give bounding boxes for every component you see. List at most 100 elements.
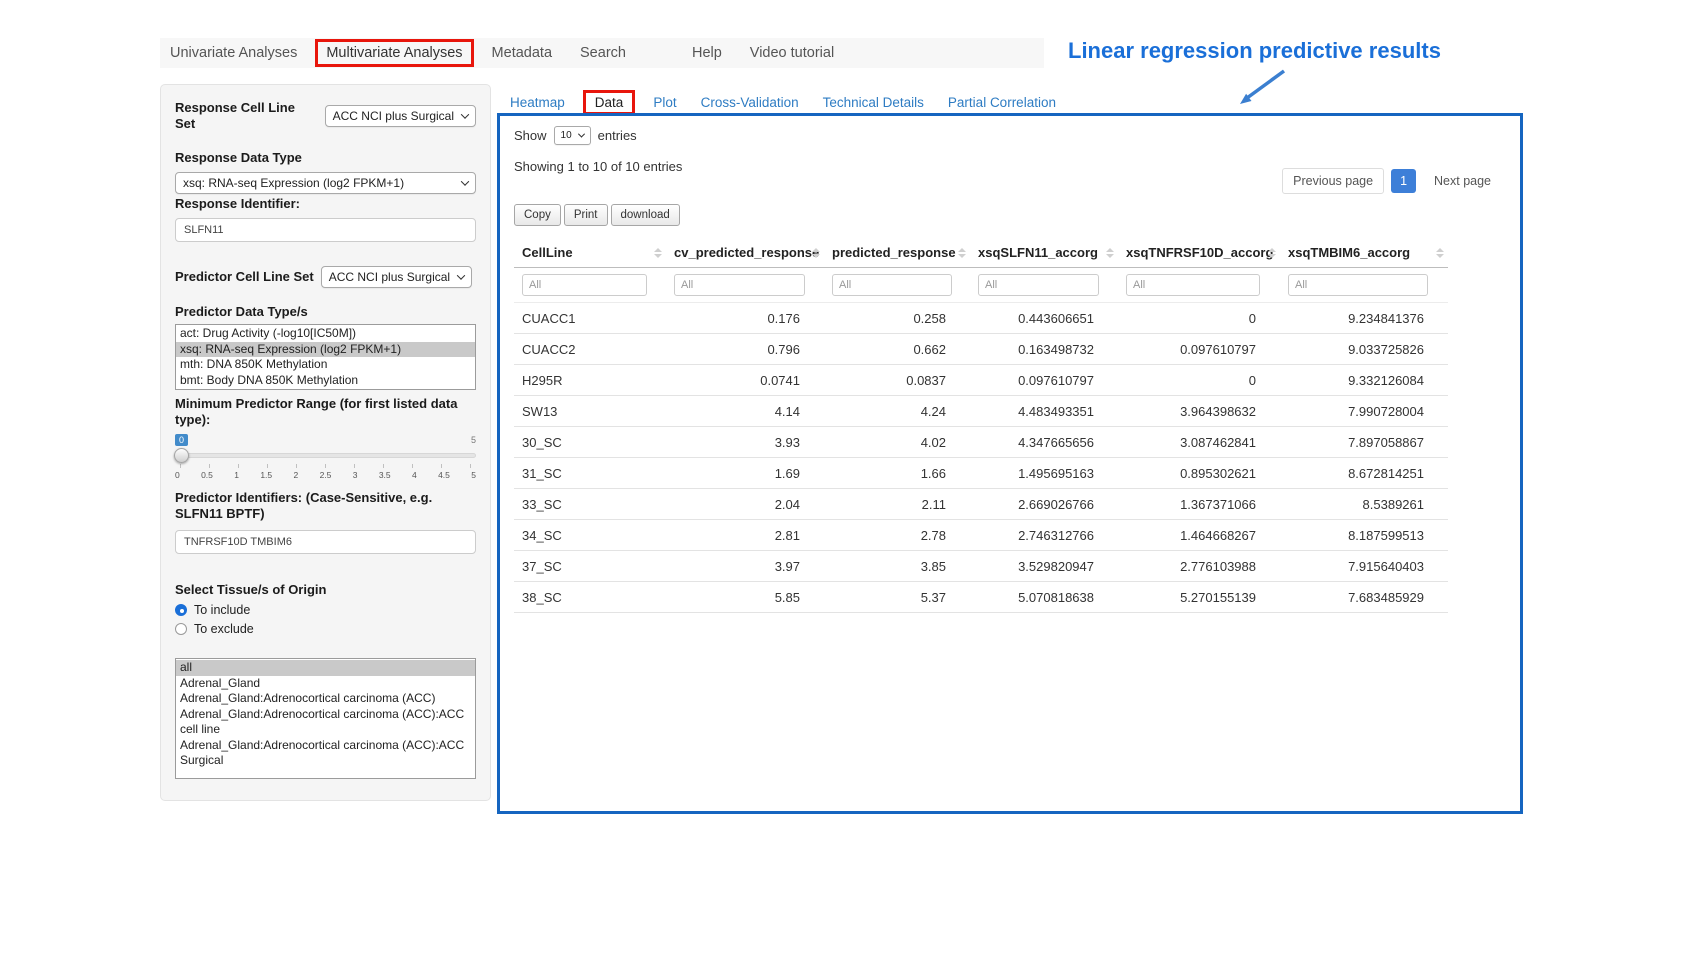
slider-track[interactable] [175, 447, 476, 464]
slider-tick-mark [470, 464, 471, 468]
slider-tick-label: 1 [234, 470, 239, 480]
cell-value: 9.234841376 [1280, 303, 1448, 334]
cell-value: 1.367371066 [1118, 489, 1280, 520]
tissue-option-1[interactable]: Adrenal_Gland [176, 676, 475, 692]
response-cell-line-set-label: Response Cell Line Set [175, 100, 318, 132]
nav-item-metadata[interactable]: Metadata [482, 41, 562, 65]
cell-value: 0.258 [824, 303, 970, 334]
slider-max-label: 5 [471, 435, 476, 445]
predictor-cell-line-set-select[interactable]: ACC NCI plus Surgical [321, 266, 472, 288]
cell-line-name: 33_SC [514, 489, 666, 520]
col-header-xsqtnfrsf10d-accorg[interactable]: xsqTNFRSF10D_accorg [1118, 238, 1280, 268]
cell-value: 0.163498732 [970, 334, 1118, 365]
tissue-option-2[interactable]: Adrenal_Gland:Adrenocortical carcinoma (… [176, 691, 475, 707]
radio-button-icon [175, 623, 187, 635]
radio-to-include[interactable]: To include [175, 603, 476, 617]
slider-tick-label: 3 [353, 470, 358, 480]
print-button[interactable]: Print [564, 204, 608, 226]
filter-input-xsqslfn11-accorg[interactable] [978, 274, 1099, 296]
table-buttons: CopyPrintdownload [514, 204, 1506, 226]
nav-item-help[interactable]: Help [682, 41, 732, 65]
current-page-button[interactable]: 1 [1391, 169, 1416, 193]
tab-heatmap[interactable]: Heatmap [510, 95, 565, 110]
cell-value: 0.097610797 [970, 365, 1118, 396]
table-row: 38_SC5.855.375.0708186385.2701551397.683… [514, 582, 1448, 613]
cell-value: 2.04 [666, 489, 824, 520]
tissue-radio-group: To include To exclude [175, 603, 476, 636]
table-row: CUACC10.1760.2580.44360665109.234841376 [514, 303, 1448, 334]
sort-icon [812, 248, 820, 258]
slider-tick-mark [441, 464, 442, 468]
filter-input-cv-predicted-response[interactable] [674, 274, 805, 296]
tissue-option-4[interactable]: Adrenal_Gland:Adrenocortical carcinoma (… [176, 738, 475, 769]
predictor-data-type-list[interactable]: act: Drug Activity (-log10[IC50M])xsq: R… [175, 324, 476, 390]
nav-item-video-tutorial[interactable]: Video tutorial [740, 41, 844, 65]
table-row: 34_SC2.812.782.7463127661.4646682678.187… [514, 520, 1448, 551]
cell-value: 2.669026766 [970, 489, 1118, 520]
nav-item-univariate-analyses[interactable]: Univariate Analyses [160, 41, 307, 65]
cell-value: 5.37 [824, 582, 970, 613]
filter-input-predicted-response[interactable] [832, 274, 952, 296]
tissue-option-3[interactable]: Adrenal_Gland:Adrenocortical carcinoma (… [176, 707, 475, 738]
cell-value: 9.332126084 [1280, 365, 1448, 396]
slider-tick-label: 4 [412, 470, 417, 480]
slider-tick-mark [209, 464, 210, 468]
col-header-predicted-response[interactable]: predicted_response [824, 238, 970, 268]
cell-line-name: 34_SC [514, 520, 666, 551]
copy-button[interactable]: Copy [514, 204, 561, 226]
nav-item-search[interactable]: Search [570, 41, 636, 65]
pagination: Previous page 1 Next page [1282, 168, 1502, 194]
col-header-xsqslfn11-accorg[interactable]: xsqSLFN11_accorg [970, 238, 1118, 268]
predictor-data-type-label: Predictor Data Type/s [175, 304, 476, 320]
cell-value: 7.990728004 [1280, 396, 1448, 427]
cell-value: 3.85 [824, 551, 970, 582]
slider-handle[interactable] [174, 448, 189, 463]
filter-input-xsqtmbim6-accorg[interactable] [1288, 274, 1428, 296]
min-predictor-range-slider[interactable]: 0 5 00.511.522.533.544.55 [175, 434, 476, 480]
previous-page-button[interactable]: Previous page [1282, 168, 1384, 194]
table-body: CUACC10.1760.2580.44360665109.234841376C… [514, 303, 1448, 613]
radio-to-exclude[interactable]: To exclude [175, 622, 476, 636]
tab-plot[interactable]: Plot [653, 95, 676, 110]
cell-value: 5.070818638 [970, 582, 1118, 613]
tab-data[interactable]: Data [583, 90, 636, 115]
cell-line-name: CUACC1 [514, 303, 666, 334]
slider-tick-label: 0.5 [201, 470, 213, 480]
predictor-identifiers-input[interactable] [175, 530, 476, 554]
predictor-option-xsq[interactable]: xsq: RNA-seq Expression (log2 FPKM+1) [176, 342, 475, 358]
cell-value: 2.746312766 [970, 520, 1118, 551]
select-value: ACC NCI plus Surgical [333, 109, 454, 123]
predictor-option-act[interactable]: act: Drug Activity (-log10[IC50M]) [176, 326, 475, 342]
filter-input-cellline[interactable] [522, 274, 647, 296]
col-header-cellline[interactable]: CellLine [514, 238, 666, 268]
filter-input-xsqtnfrsf10d-accorg[interactable] [1126, 274, 1260, 296]
col-header-label: xsqTMBIM6_accorg [1288, 245, 1410, 260]
slider-tick-mark [383, 464, 384, 468]
tab-cross-validation[interactable]: Cross-Validation [701, 95, 799, 110]
predictor-option-bmt[interactable]: bmt: Body DNA 850K Methylation [176, 373, 475, 389]
slider-tick-mark [238, 464, 239, 468]
col-header-xsqtmbim6-accorg[interactable]: xsqTMBIM6_accorg [1280, 238, 1448, 268]
tissue-list[interactable]: allAdrenal_GlandAdrenal_Gland:Adrenocort… [175, 658, 476, 779]
table-filter-row [514, 268, 1448, 303]
col-header-cv-predicted-response[interactable]: cv_predicted_response [666, 238, 824, 268]
cell-value: 8.5389261 [1280, 489, 1448, 520]
download-button[interactable]: download [611, 204, 680, 226]
entries-count-select[interactable]: 10 [554, 126, 591, 145]
predictor-option-mth[interactable]: mth: DNA 850K Methylation [176, 357, 475, 373]
tab-partial-correlation[interactable]: Partial Correlation [948, 95, 1056, 110]
tab-technical-details[interactable]: Technical Details [823, 95, 924, 110]
response-cell-line-set-select[interactable]: ACC NCI plus Surgical [325, 105, 476, 127]
response-data-type-select[interactable]: xsq: RNA-seq Expression (log2 FPKM+1) [175, 172, 476, 194]
response-identifier-input[interactable] [175, 218, 476, 242]
radio-label: To include [194, 603, 250, 617]
tissue-option-all[interactable]: all [176, 660, 475, 676]
min-predictor-range-label: Minimum Predictor Range (for first liste… [175, 396, 476, 428]
slider-tick-label: 5 [471, 470, 476, 480]
nav-item-multivariate-analyses[interactable]: Multivariate Analyses [315, 39, 473, 67]
sort-icon [1106, 248, 1114, 258]
slider-tick-mark [325, 464, 326, 468]
slider-tick-label: 4.5 [438, 470, 450, 480]
response-data-type-label: Response Data Type [175, 150, 476, 166]
next-page-button[interactable]: Next page [1423, 168, 1502, 194]
